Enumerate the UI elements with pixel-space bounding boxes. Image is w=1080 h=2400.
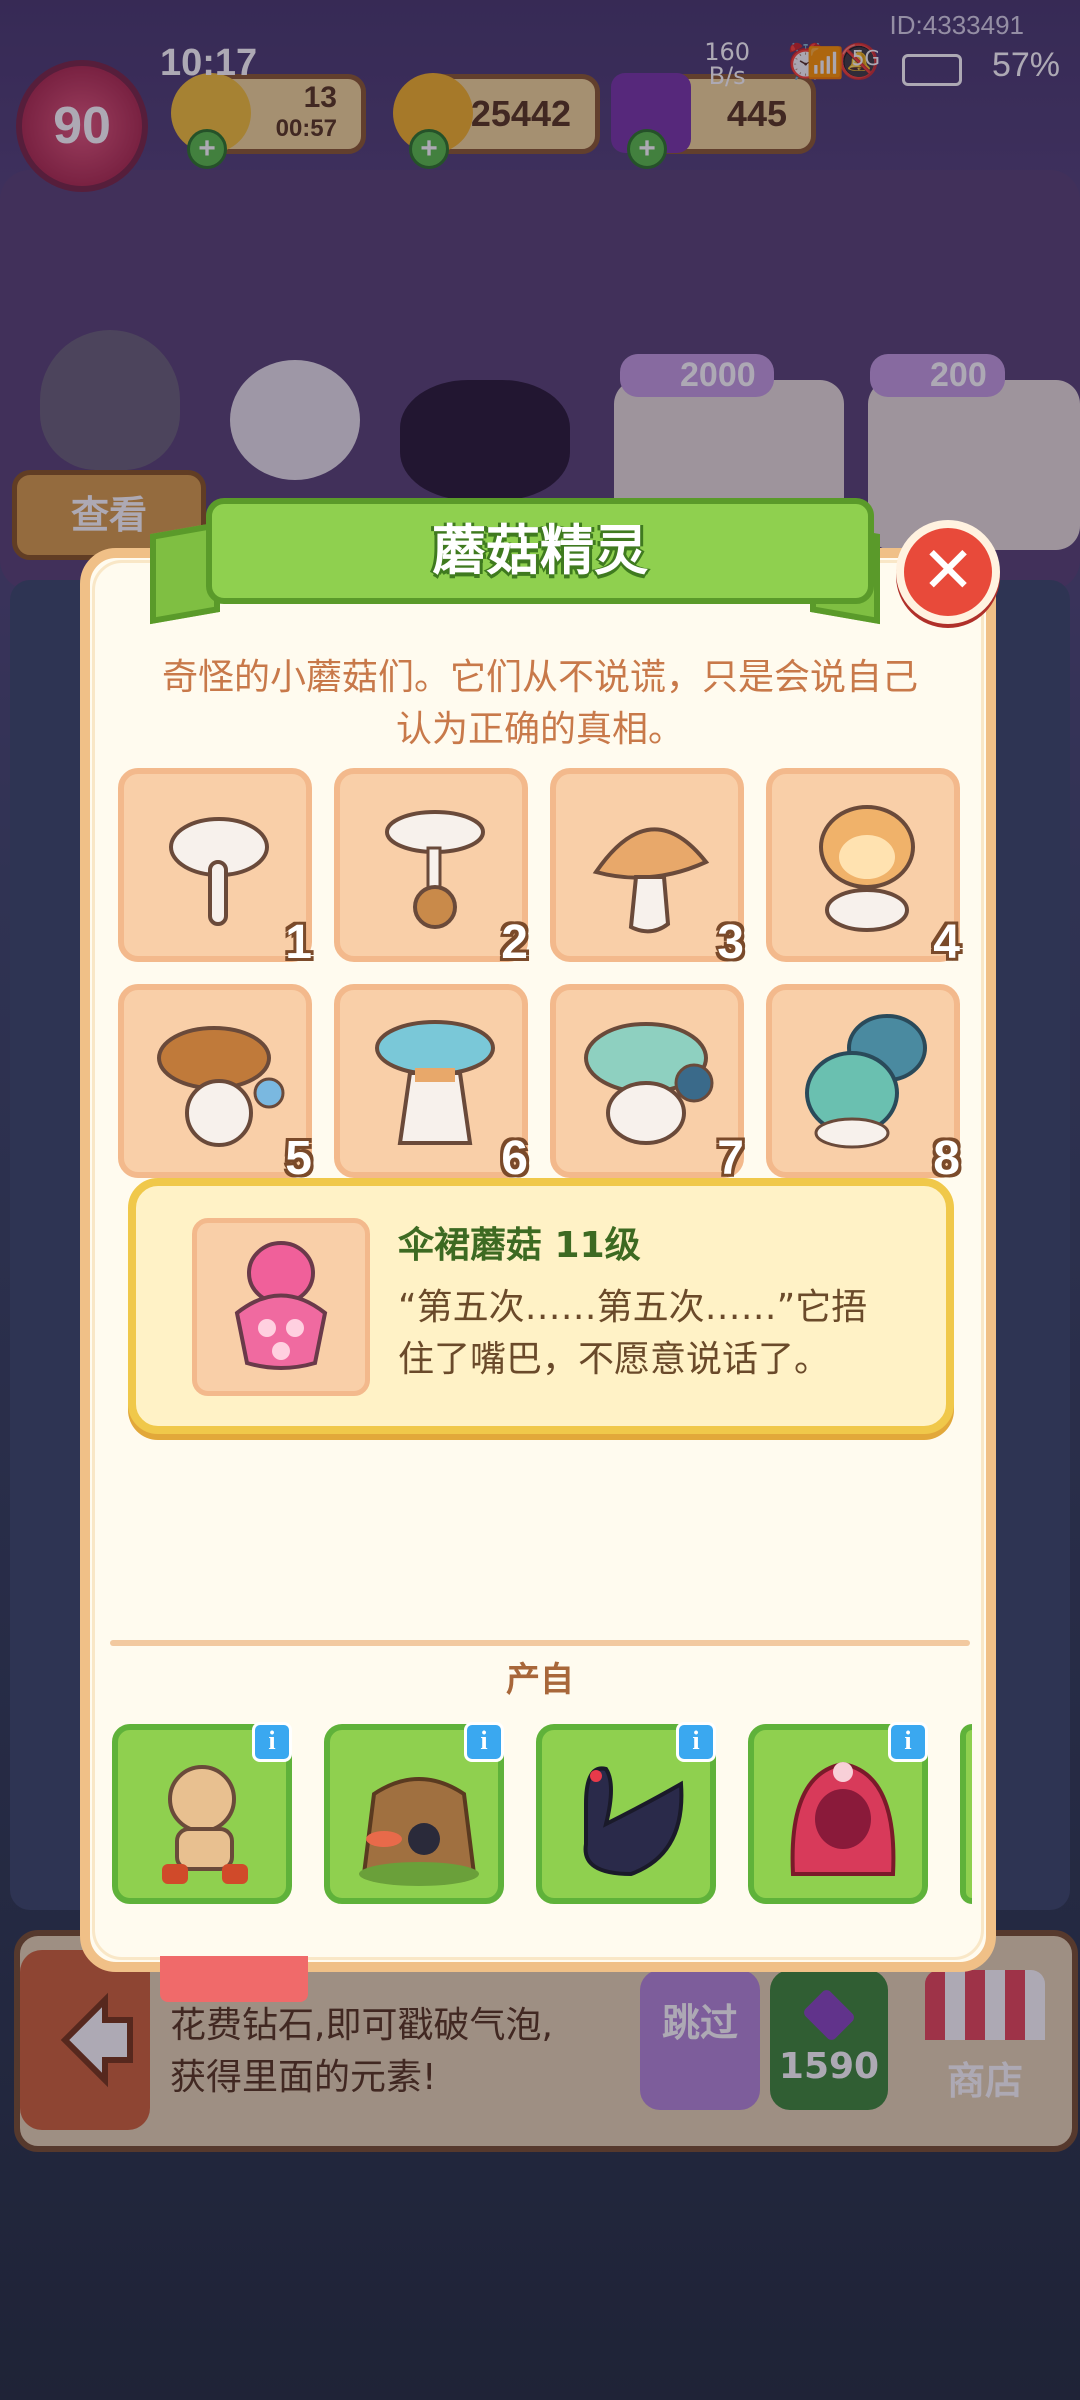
mushroom-tile-7[interactable]: 7 [550, 984, 744, 1185]
section-divider [110, 1640, 970, 1646]
source-item-1[interactable]: i [112, 1722, 292, 1904]
teal-mushroom-girl-icon [375, 1020, 495, 1145]
detail-image [192, 1218, 370, 1396]
mushroom-tile-6[interactable]: 6 [334, 984, 528, 1185]
info-icon[interactable]: i [676, 1722, 716, 1762]
info-icon[interactable]: i [252, 1722, 292, 1762]
tile-number: 1 [285, 916, 312, 969]
teal-mushroom-family-icon [805, 1014, 927, 1149]
detail-name-level: 伞裙蘑菇 11级 [398, 1225, 641, 1266]
close-button[interactable]: ✕ [896, 520, 1000, 624]
sleeping-mushroom-icon [819, 805, 915, 932]
tile-number: 2 [501, 916, 528, 969]
scarecrow-doll-icon [162, 1765, 248, 1884]
source-title: 产自 [506, 1660, 574, 1700]
bookmark-ribbon [160, 1956, 308, 2002]
witch-hat-mushroom-icon [592, 827, 710, 934]
mushroom-tile-4[interactable]: 4 [766, 768, 960, 969]
mushroom-tile-5[interactable]: 5 [118, 984, 312, 1185]
mushroom-tile-8[interactable]: 8 [766, 984, 960, 1185]
tile-number: 8 [933, 1132, 960, 1185]
source-item-3[interactable]: i [536, 1722, 716, 1904]
mushroom-tile-2[interactable]: 2 [334, 768, 528, 969]
dialog-description: 奇怪的小蘑菇们。它们从不说谎，只是会说自己 认为正确的真相。 [161, 657, 918, 750]
white-mushroom-icon [169, 817, 269, 926]
info-icon[interactable]: i [888, 1722, 928, 1762]
teal-smiling-mushroom-icon [584, 1022, 714, 1145]
tile-number: 4 [933, 916, 960, 969]
tile-number: 3 [717, 916, 744, 969]
source-item-4[interactable]: i [748, 1722, 928, 1904]
tree-stump-icon [359, 1777, 479, 1886]
dialog-title: 蘑菇精灵 [206, 498, 874, 604]
source-item-2[interactable]: i [324, 1722, 504, 1904]
black-swan-icon [583, 1766, 684, 1877]
pink-veiled-mushroom-icon [234, 1241, 328, 1370]
mushroom-tile-1[interactable]: 1 [118, 768, 312, 969]
detail-description: “第五次……第五次……”它捂 住了嘴巴，不愿意说话了。 [398, 1287, 868, 1380]
red-hood-icon [790, 1761, 896, 1876]
mushroom-tile-3[interactable]: 3 [550, 768, 744, 969]
brown-mushroom-cluster-icon [157, 1026, 285, 1147]
source-item-partial[interactable] [960, 1724, 972, 1904]
info-icon[interactable]: i [464, 1722, 504, 1762]
mushroom-sprite-icon [385, 810, 485, 929]
